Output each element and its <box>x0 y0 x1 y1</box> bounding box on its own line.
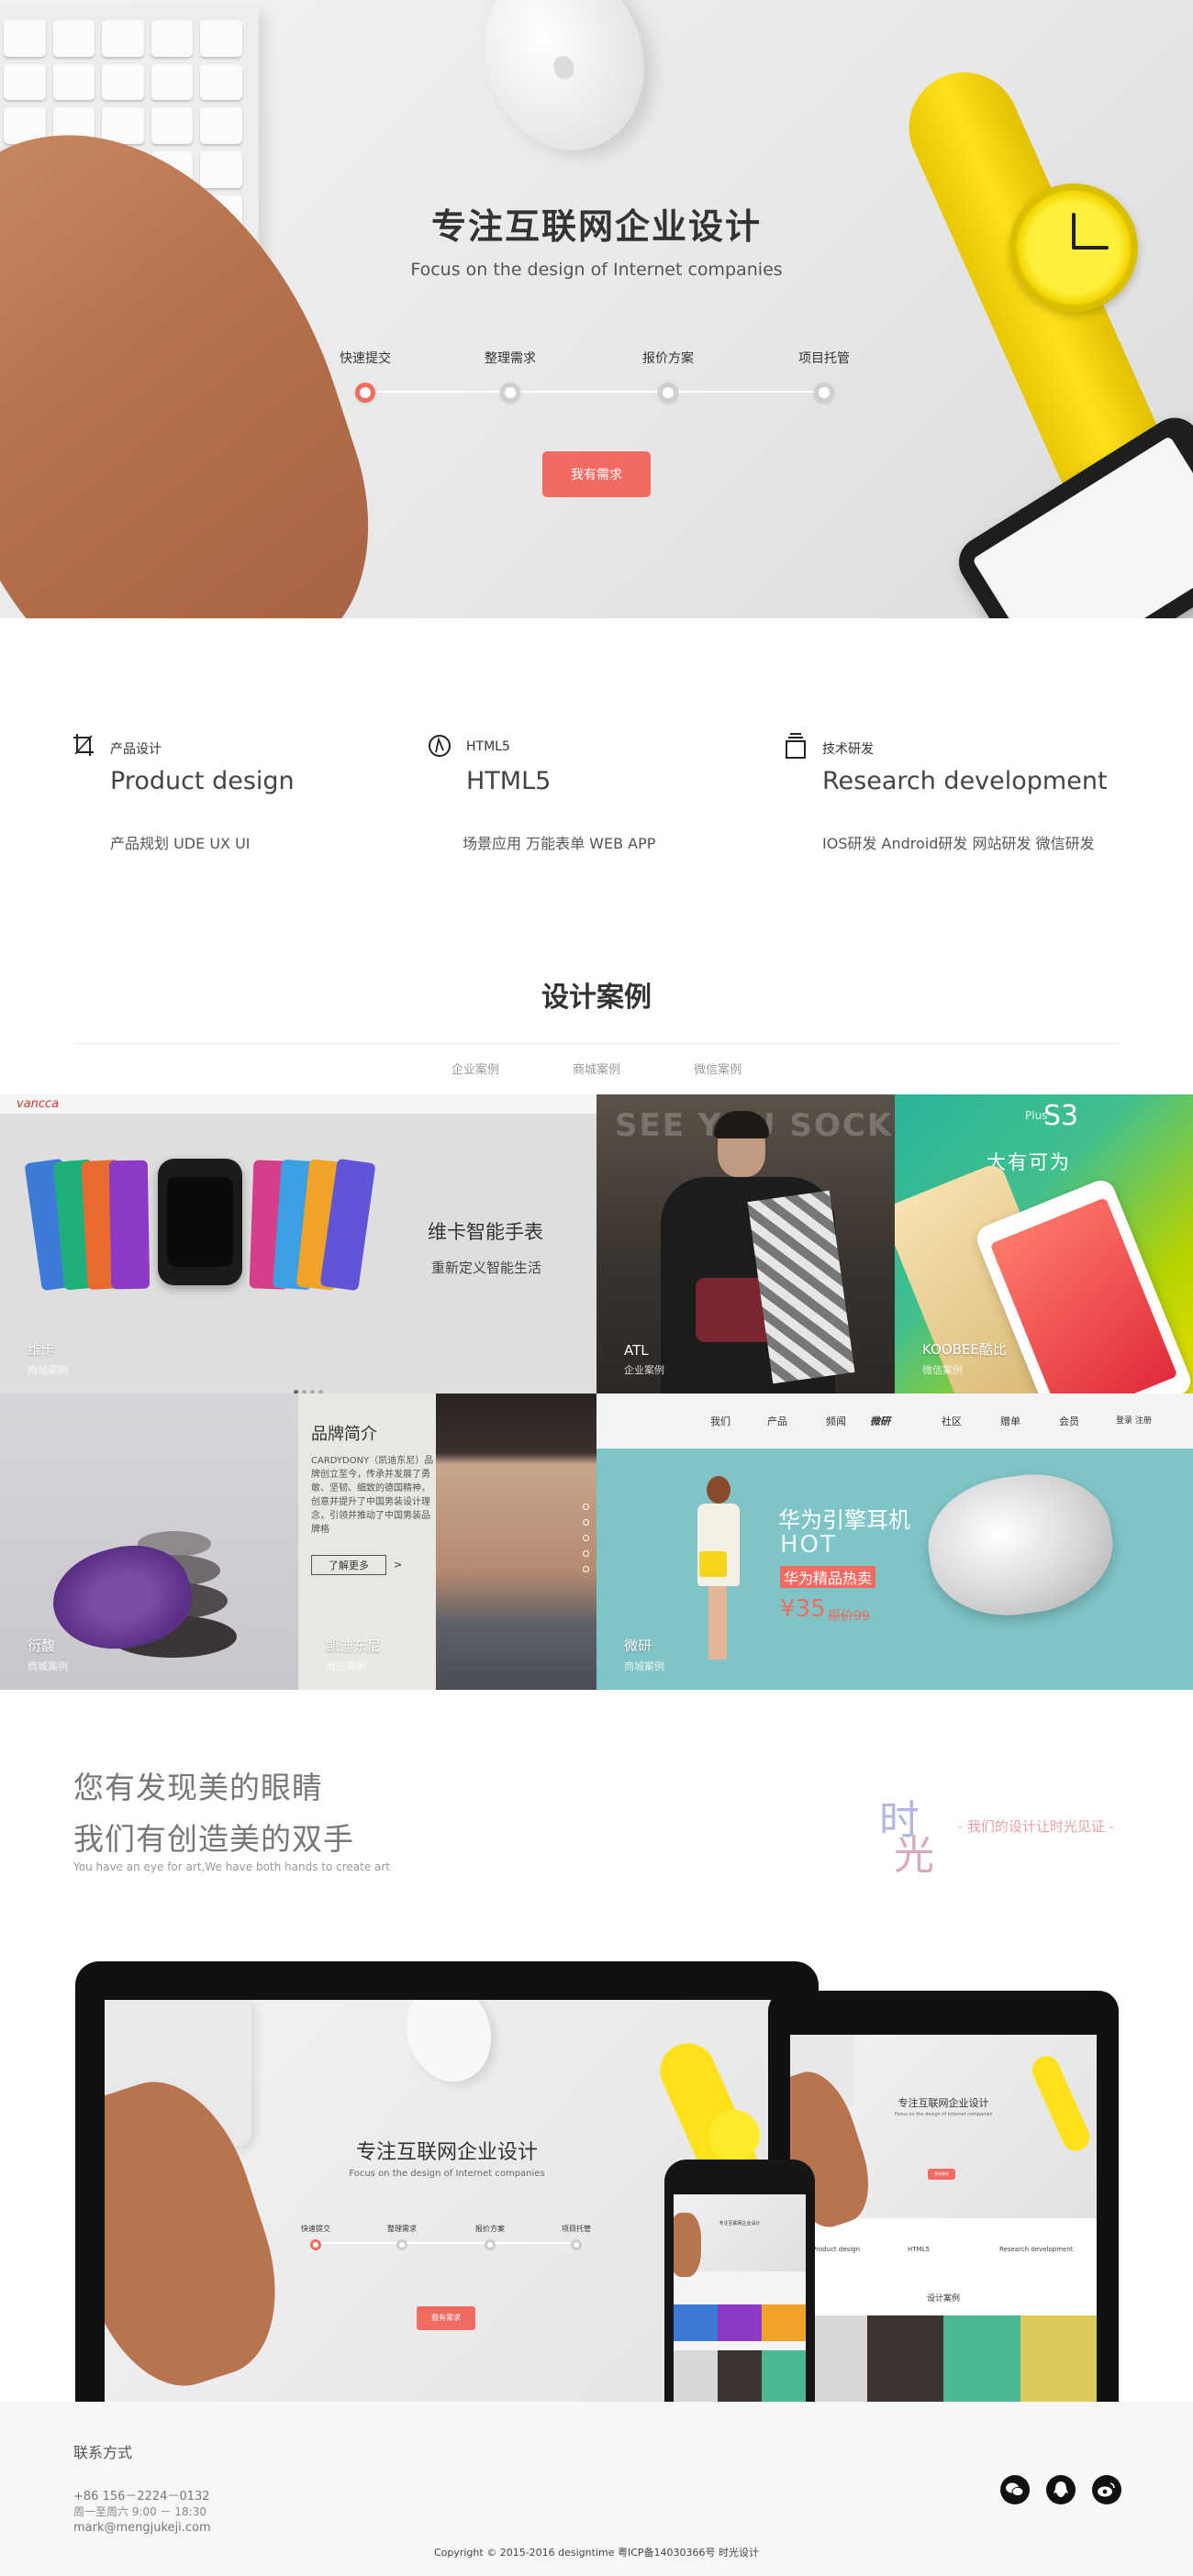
promo-hot: HOT <box>780 1531 837 1559</box>
step-requirements[interactable]: 整理需求 <box>464 349 556 403</box>
model-portrait-image <box>436 1393 596 1690</box>
mouse-image <box>461 0 668 172</box>
case-category: 商城案例 <box>624 1660 664 1672</box>
wechat-icon[interactable] <box>1000 2475 1030 2504</box>
brand-slogan: - 我们的设计让时光见证 - <box>958 1818 1114 1835</box>
discover-line-2: 我们有创造美的双手 <box>73 1821 354 1857</box>
learn-more-button[interactable]: 了解更多 <box>311 1555 386 1575</box>
service-tag: HTML5 <box>466 739 510 754</box>
case-category: 企业案例 <box>624 1364 664 1376</box>
case-tile-weiyan[interactable]: 我们 产品 频闻 社区 赠单 会员 登录 注册 微研 华为引擎耳机 HOT 华为… <box>596 1393 1193 1690</box>
stack-icon <box>786 733 806 759</box>
case-site-nav: vancca <box>0 1094 596 1115</box>
case-tile-atl[interactable]: SEE YOU SOCK ATL 企业案例 <box>596 1094 895 1393</box>
qq-icon[interactable] <box>1046 2475 1076 2504</box>
discover-line-3: You have an eye for art,We have both han… <box>73 1860 391 1873</box>
hero-banner: 专注互联网企业设计 Focus on the design of Interne… <box>0 0 1193 618</box>
request-button[interactable]: 我有需求 <box>542 451 651 497</box>
smartwatch-image <box>158 1159 242 1285</box>
step-dot <box>814 383 834 403</box>
tab-enterprise-cases[interactable]: 企业案例 <box>452 1060 499 1077</box>
step-submit[interactable]: 快速提交 <box>319 349 411 403</box>
case-tile-weika[interactable]: vancca 维卡智能手表 重新定义智能生活 维卡 商城案例 <box>0 1094 596 1393</box>
tab-mall-cases[interactable]: 商城案例 <box>573 1060 620 1077</box>
promo-sub: 华为精品热卖 <box>780 1566 876 1588</box>
divider <box>73 1043 1120 1044</box>
laptop-request-button: 我有需求 <box>417 2306 475 2330</box>
step-dot <box>500 383 520 403</box>
copyright: Copyright © 2015-2016 designtime 粤ICP备14… <box>433 2547 760 2559</box>
case-name: KOOBEE酷比 <box>922 1341 1007 1358</box>
chevron-right-icon: > <box>394 1559 403 1571</box>
case-name: 维卡 <box>28 1341 56 1358</box>
process-steps: 快速提交 整理需求 报价方案 项目托管 <box>340 349 853 413</box>
cases-title: 设计案例 <box>541 982 652 1014</box>
brand-logo: vancca <box>17 1097 60 1111</box>
step-dot <box>658 383 678 403</box>
contact-email[interactable]: mark@mengjukeji.com <box>73 2521 211 2535</box>
case-name: 衍馥 <box>28 1638 56 1654</box>
case-category: 微信案例 <box>922 1364 963 1376</box>
tablet-screen: 专注互联网企业设计 Focus on the design of Interne… <box>790 2035 1097 2404</box>
tablet-mockup: 专注互联网企业设计 Focus on the design of Interne… <box>768 1991 1119 2404</box>
service-tag: 产品设计 <box>110 742 162 757</box>
case-grid: vancca 维卡智能手表 重新定义智能生活 维卡 商城案例 SEE YOU S… <box>0 1094 1193 1690</box>
service-title: HTML5 <box>466 767 552 795</box>
brand-logo: 微研 <box>870 1416 890 1427</box>
case-name: ATL <box>624 1342 649 1359</box>
steps-line <box>365 391 828 393</box>
service-desc: 场景应用 万能表单 WEB APP <box>463 835 656 852</box>
promo-title: 华为引擎耳机 <box>778 1507 910 1533</box>
case-category: 商城案例 <box>28 1364 68 1376</box>
brand-intro-text: CARDYDONY（凯迪东尼）品牌创立至今，传承并发展了勇敢、坚韧、细致的德国精… <box>311 1456 434 1535</box>
case-site-nav: 我们 产品 频闻 社区 赠单 会员 登录 注册 微研 <box>596 1393 1193 1449</box>
case-headline: 维卡智能手表 <box>428 1221 543 1243</box>
step-dot-active <box>355 383 375 403</box>
service-desc: 产品规划 UDE UX UI <box>110 835 251 852</box>
model-name: S3 <box>1043 1100 1079 1132</box>
footer: 联系方式 +86 156－2224－0132 周一至周六 9:00 － 18:3… <box>0 2402 1193 2576</box>
case-tile-cardydony[interactable]: 品牌简介 CARDYDONY（凯迪东尼）品牌创立至今，传承并发展了勇敢、坚韧、细… <box>298 1393 596 1690</box>
case-name: 微研 <box>624 1638 652 1654</box>
carousel-dots <box>292 1381 325 1393</box>
weibo-icon[interactable] <box>1092 2475 1121 2504</box>
case-name: 凯迪东尼 <box>326 1638 382 1654</box>
tab-wechat-cases[interactable]: 微信案例 <box>694 1060 741 1077</box>
service-title: Research development <box>822 767 1108 795</box>
brand-intro-title: 品牌简介 <box>311 1425 377 1444</box>
step-quote[interactable]: 报价方案 <box>622 349 714 403</box>
cases-tabs: 企业案例 商城案例 微信案例 <box>0 1060 1193 1077</box>
service-title: Product design <box>110 767 295 795</box>
crop-icon <box>73 734 94 756</box>
hero-subtitle: Focus on the design of Internet companie… <box>410 260 783 280</box>
case-category: 商城案例 <box>28 1660 68 1672</box>
step-hosting[interactable]: 项目托管 <box>778 349 870 403</box>
earphone-case-image <box>920 1463 1121 1627</box>
case-tile-yanfu[interactable]: 衍馥 商城案例 <box>0 1393 298 1690</box>
tablet-case-strip <box>790 2315 1097 2404</box>
contact-title: 联系方式 <box>73 2444 133 2461</box>
case-category: 微店案例 <box>326 1660 366 1672</box>
case-tile-koobee[interactable]: Plus S3 大有可为 KOOBEE酷比 微信案例 <box>895 1094 1193 1393</box>
phone-mockup: 专注互联网企业设计 <box>664 2160 815 2404</box>
phone-screen: 专注互联网企业设计 <box>674 2194 806 2404</box>
service-tag: 技术研发 <box>822 742 874 757</box>
contact-hours: 周一至周六 9:00 － 18:30 <box>73 2505 206 2518</box>
hero-title: 专注互联网企业设计 <box>430 206 762 247</box>
promo-old-price: 原价99 <box>828 1609 870 1624</box>
service-desc: IOS研发 Android研发 网站研发 微信研发 <box>822 835 1095 852</box>
laptop-steps: 快速提交 整理需求 报价方案 项目托管 <box>301 2224 591 2251</box>
case-tagline: 重新定义智能生活 <box>431 1260 542 1276</box>
promo-price: ¥35 <box>780 1595 826 1623</box>
contact-phone: +86 156－2224－0132 <box>73 2490 210 2504</box>
discover-line-1: 您有发现美的眼睛 <box>73 1770 323 1805</box>
compass-icon <box>429 735 451 757</box>
vertical-pager <box>583 1504 589 1582</box>
brand-mark: 时 光 <box>879 1797 934 1879</box>
